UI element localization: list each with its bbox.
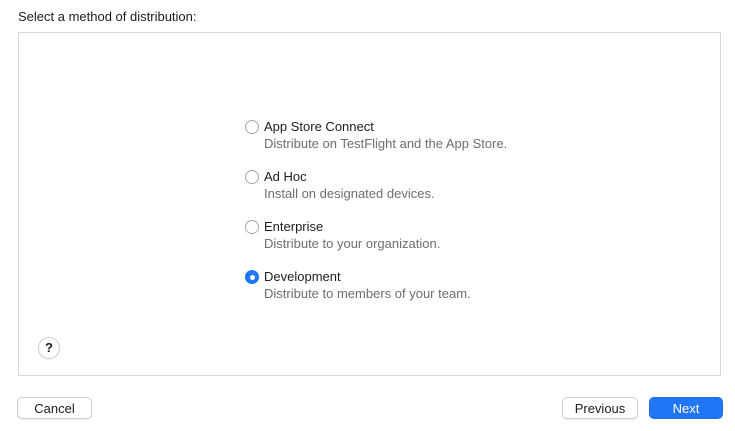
option-title: Development xyxy=(264,269,341,284)
distribution-method-panel: App Store Connect Distribute on TestFlig… xyxy=(18,32,721,376)
option-title: Ad Hoc xyxy=(264,169,307,184)
option-description: Install on designated devices. xyxy=(264,186,435,201)
option-title: App Store Connect xyxy=(264,119,374,134)
option-description: Distribute to your organization. xyxy=(264,236,441,251)
radio-button-development[interactable] xyxy=(245,270,259,284)
cancel-button[interactable]: Cancel xyxy=(17,397,92,419)
option-description: Distribute on TestFlight and the App Sto… xyxy=(264,136,508,151)
distribution-options: App Store Connect Distribute on TestFlig… xyxy=(245,119,507,319)
option-description: Distribute to members of your team. xyxy=(264,286,471,301)
option-ad-hoc[interactable]: Ad Hoc Install on designated devices. xyxy=(245,169,507,219)
next-button[interactable]: Next xyxy=(649,397,723,419)
page-title: Select a method of distribution: xyxy=(18,9,197,24)
radio-button-ad-hoc[interactable] xyxy=(245,170,259,184)
option-development[interactable]: Development Distribute to members of you… xyxy=(245,269,507,319)
help-button[interactable]: ? xyxy=(38,337,60,359)
previous-button[interactable]: Previous xyxy=(562,397,638,419)
option-app-store-connect[interactable]: App Store Connect Distribute on TestFlig… xyxy=(245,119,507,169)
radio-button-enterprise[interactable] xyxy=(245,220,259,234)
option-title: Enterprise xyxy=(264,219,324,234)
option-enterprise[interactable]: Enterprise Distribute to your organizati… xyxy=(245,219,507,269)
radio-button-app-store-connect[interactable] xyxy=(245,120,259,134)
